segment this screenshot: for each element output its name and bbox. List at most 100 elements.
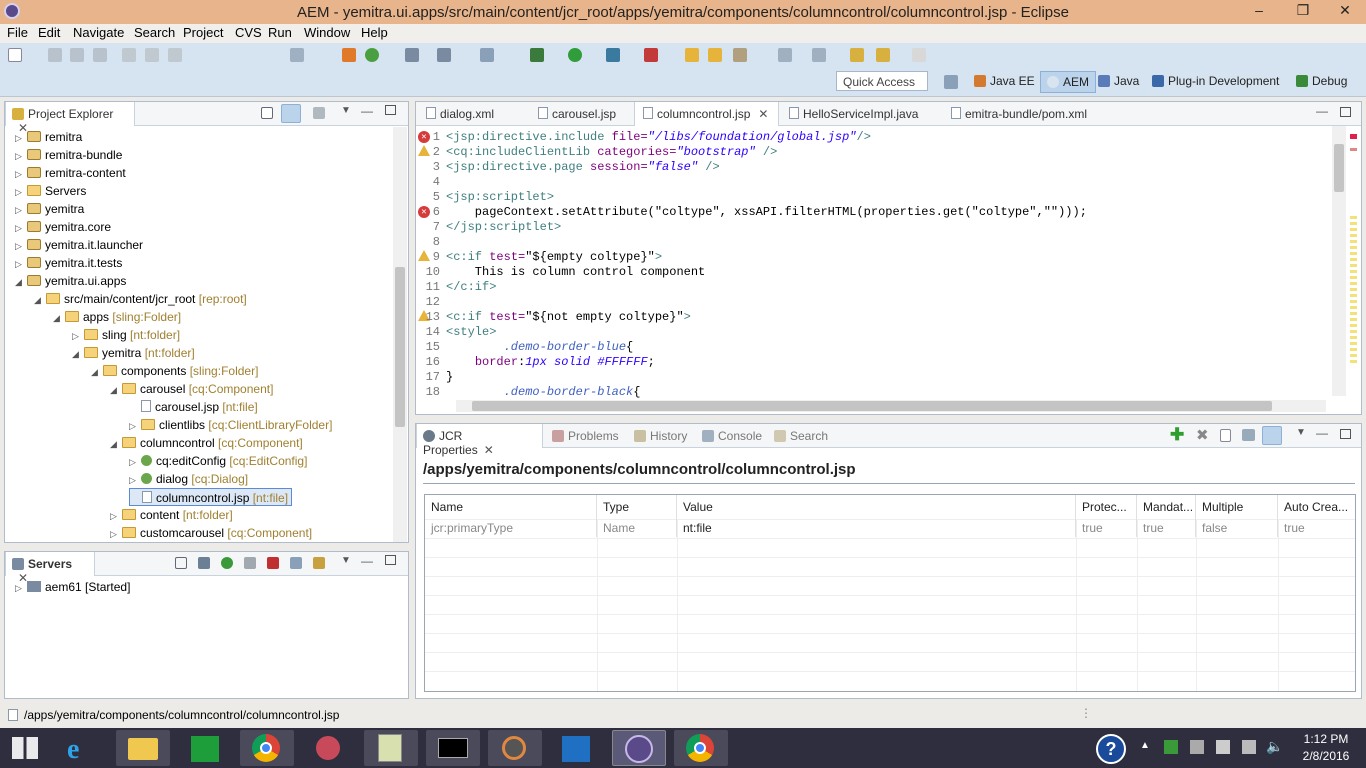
tree-item[interactable]: ▷ remitra-bundle — [15, 146, 122, 164]
tree-item[interactable]: ▷ content [nt:folder] — [110, 506, 233, 524]
collapse-all-icon[interactable] — [261, 107, 273, 119]
debug-icon[interactable] — [530, 48, 544, 62]
taskbar-explorer[interactable] — [116, 730, 170, 766]
tab-jcr-properties[interactable]: JCR Properties ✕ — [416, 424, 543, 457]
maximize-editor-icon[interactable] — [1340, 107, 1351, 117]
next-annotation-icon[interactable] — [778, 48, 792, 62]
refresh-icon[interactable] — [365, 48, 379, 62]
tree-item[interactable]: ▷ remitra-content — [15, 164, 126, 182]
menu-help[interactable]: Help — [361, 25, 388, 40]
code-editor[interactable]: ✕ ✕ 1 <jsp:directive.include file="/libs/… — [416, 126, 1361, 399]
minimize-view-icon[interactable]: — — [1316, 426, 1328, 440]
cell-protected[interactable]: true — [1076, 519, 1137, 537]
expand-arrow-icon[interactable]: ▷ — [15, 147, 25, 165]
column-header-protected[interactable]: Protec... — [1076, 495, 1137, 519]
close-button[interactable]: ✕ — [1330, 2, 1360, 19]
perspective-java-ee[interactable]: Java EE — [974, 74, 1035, 88]
taskbar-cmd[interactable] — [426, 730, 480, 766]
expand-arrow-icon[interactable]: ▷ — [15, 129, 25, 147]
tray-volume-icon[interactable]: 🔈 — [1266, 738, 1283, 755]
expand-arrow-icon[interactable]: ▷ — [15, 237, 25, 255]
expand-arrow-icon[interactable]: ▷ — [129, 471, 139, 489]
stop-server-icon[interactable] — [267, 557, 279, 569]
expand-arrow-icon[interactable]: ▷ — [129, 453, 139, 471]
tab-dialog-xml[interactable]: dialog.xml — [418, 102, 500, 126]
suspend-icon[interactable] — [145, 48, 159, 62]
menu-window[interactable]: Window — [304, 25, 350, 40]
perspective-debug[interactable]: Debug — [1296, 74, 1347, 88]
clean-icon[interactable] — [313, 557, 325, 569]
maximize-view-icon[interactable] — [1340, 429, 1351, 439]
tree-item[interactable]: ◢ src/main/content/jcr_root [rep:root] — [34, 290, 247, 308]
scroll-thumb[interactable] — [395, 267, 405, 427]
tab-helloserviceimpl[interactable]: HelloServiceImpl.java — [781, 102, 924, 126]
collapse-arrow-icon[interactable]: ◢ — [110, 435, 120, 453]
open-icon[interactable] — [1242, 429, 1255, 441]
print-icon[interactable] — [93, 48, 107, 62]
close-icon[interactable]: ✕ — [758, 107, 768, 121]
view-menu-icon[interactable]: ▼ — [1296, 427, 1306, 438]
run-icon[interactable] — [568, 48, 582, 62]
column-header-name[interactable]: Name — [425, 495, 597, 519]
minimize-editor-icon[interactable]: — — [1316, 104, 1328, 118]
back-icon[interactable] — [876, 48, 890, 62]
tab-carousel-jsp[interactable]: carousel.jsp — [530, 102, 622, 126]
tree-item[interactable]: ▷ yemitra.it.tests — [15, 254, 122, 272]
server-icon[interactable] — [405, 48, 419, 62]
column-header-mandatory[interactable]: Mandat... — [1137, 495, 1196, 519]
taskbar-app[interactable] — [488, 730, 542, 766]
server-item[interactable]: ▷ aem61 [Started] — [15, 578, 130, 596]
tree-item[interactable]: ▷ yemitra — [15, 200, 84, 218]
column-header-auto-created[interactable]: Auto Crea... — [1278, 495, 1355, 519]
tab-servers[interactable]: Servers ✕ — [5, 552, 95, 585]
cell-auto-created[interactable]: true — [1278, 519, 1355, 537]
tab-pom-xml[interactable]: emitra-bundle/pom.xml — [943, 102, 1093, 126]
tray-battery-icon[interactable] — [1216, 740, 1230, 754]
menu-navigate[interactable]: Navigate — [73, 25, 124, 40]
tree-item[interactable]: ▷ remitra — [15, 128, 82, 146]
coverage-icon[interactable] — [606, 48, 620, 62]
editor-hscroll[interactable] — [456, 400, 1326, 412]
add-property-icon[interactable]: ✚ — [1170, 425, 1184, 445]
maximize-button[interactable]: ❐ — [1288, 2, 1318, 19]
cell-type[interactable]: Name — [597, 519, 677, 537]
taskbar-chrome-2[interactable] — [674, 730, 728, 766]
open-type-icon[interactable] — [685, 48, 699, 62]
tree-item[interactable]: ▷ yemitra.it.launcher — [15, 236, 143, 254]
tree-item[interactable]: ▷ cq:editConfig [cq:EditConfig] — [129, 452, 307, 470]
save-icon[interactable] — [48, 48, 62, 62]
tab-problems[interactable]: Problems — [546, 424, 625, 448]
close-icon[interactable]: ✕ — [484, 443, 494, 457]
tree-item[interactable]: ▷ sling [nt:folder] — [72, 326, 180, 344]
link-selection-icon[interactable] — [1262, 426, 1282, 445]
tree-item[interactable]: ◢ carousel [cq:Component] — [110, 380, 273, 398]
editor-vscroll[interactable] — [1332, 126, 1346, 396]
menu-search[interactable]: Search — [134, 25, 175, 40]
tree-item[interactable]: carousel.jsp [nt:file] — [129, 398, 258, 416]
copy-icon[interactable] — [1220, 429, 1231, 442]
tree-item[interactable]: ◢ components [sling:Folder] — [91, 362, 258, 380]
cell-multiple[interactable]: false — [1196, 519, 1278, 537]
overview-marker[interactable] — [1350, 148, 1357, 151]
debug-server-icon[interactable] — [198, 557, 210, 569]
overview-error-marker[interactable] — [1350, 134, 1357, 139]
expand-arrow-icon[interactable]: ▷ — [129, 417, 139, 435]
open-task-icon[interactable] — [708, 48, 722, 62]
quick-access-input[interactable]: Quick Access — [836, 71, 928, 91]
taskbar-chrome[interactable] — [240, 730, 294, 766]
expand-arrow-icon[interactable]: ▷ — [15, 201, 25, 219]
menu-cvs[interactable]: CVS — [235, 25, 262, 40]
menu-project[interactable]: Project — [183, 25, 223, 40]
filter-icon[interactable] — [313, 107, 325, 119]
scroll-thumb[interactable] — [472, 401, 1272, 411]
tree-item[interactable]: ▷ customcarousel [cq:Component] — [110, 524, 312, 542]
format-icon[interactable] — [290, 48, 304, 62]
taskbar-notepad[interactable] — [364, 730, 418, 766]
collapse-arrow-icon[interactable]: ◢ — [91, 363, 101, 381]
tray-display-icon[interactable] — [1242, 740, 1256, 754]
search-tool-icon[interactable] — [733, 48, 747, 62]
collapse-arrow-icon[interactable]: ◢ — [15, 273, 25, 291]
collapse-arrow-icon[interactable]: ◢ — [110, 381, 120, 399]
new-icon[interactable] — [8, 48, 22, 62]
menu-edit[interactable]: Edit — [38, 25, 60, 40]
